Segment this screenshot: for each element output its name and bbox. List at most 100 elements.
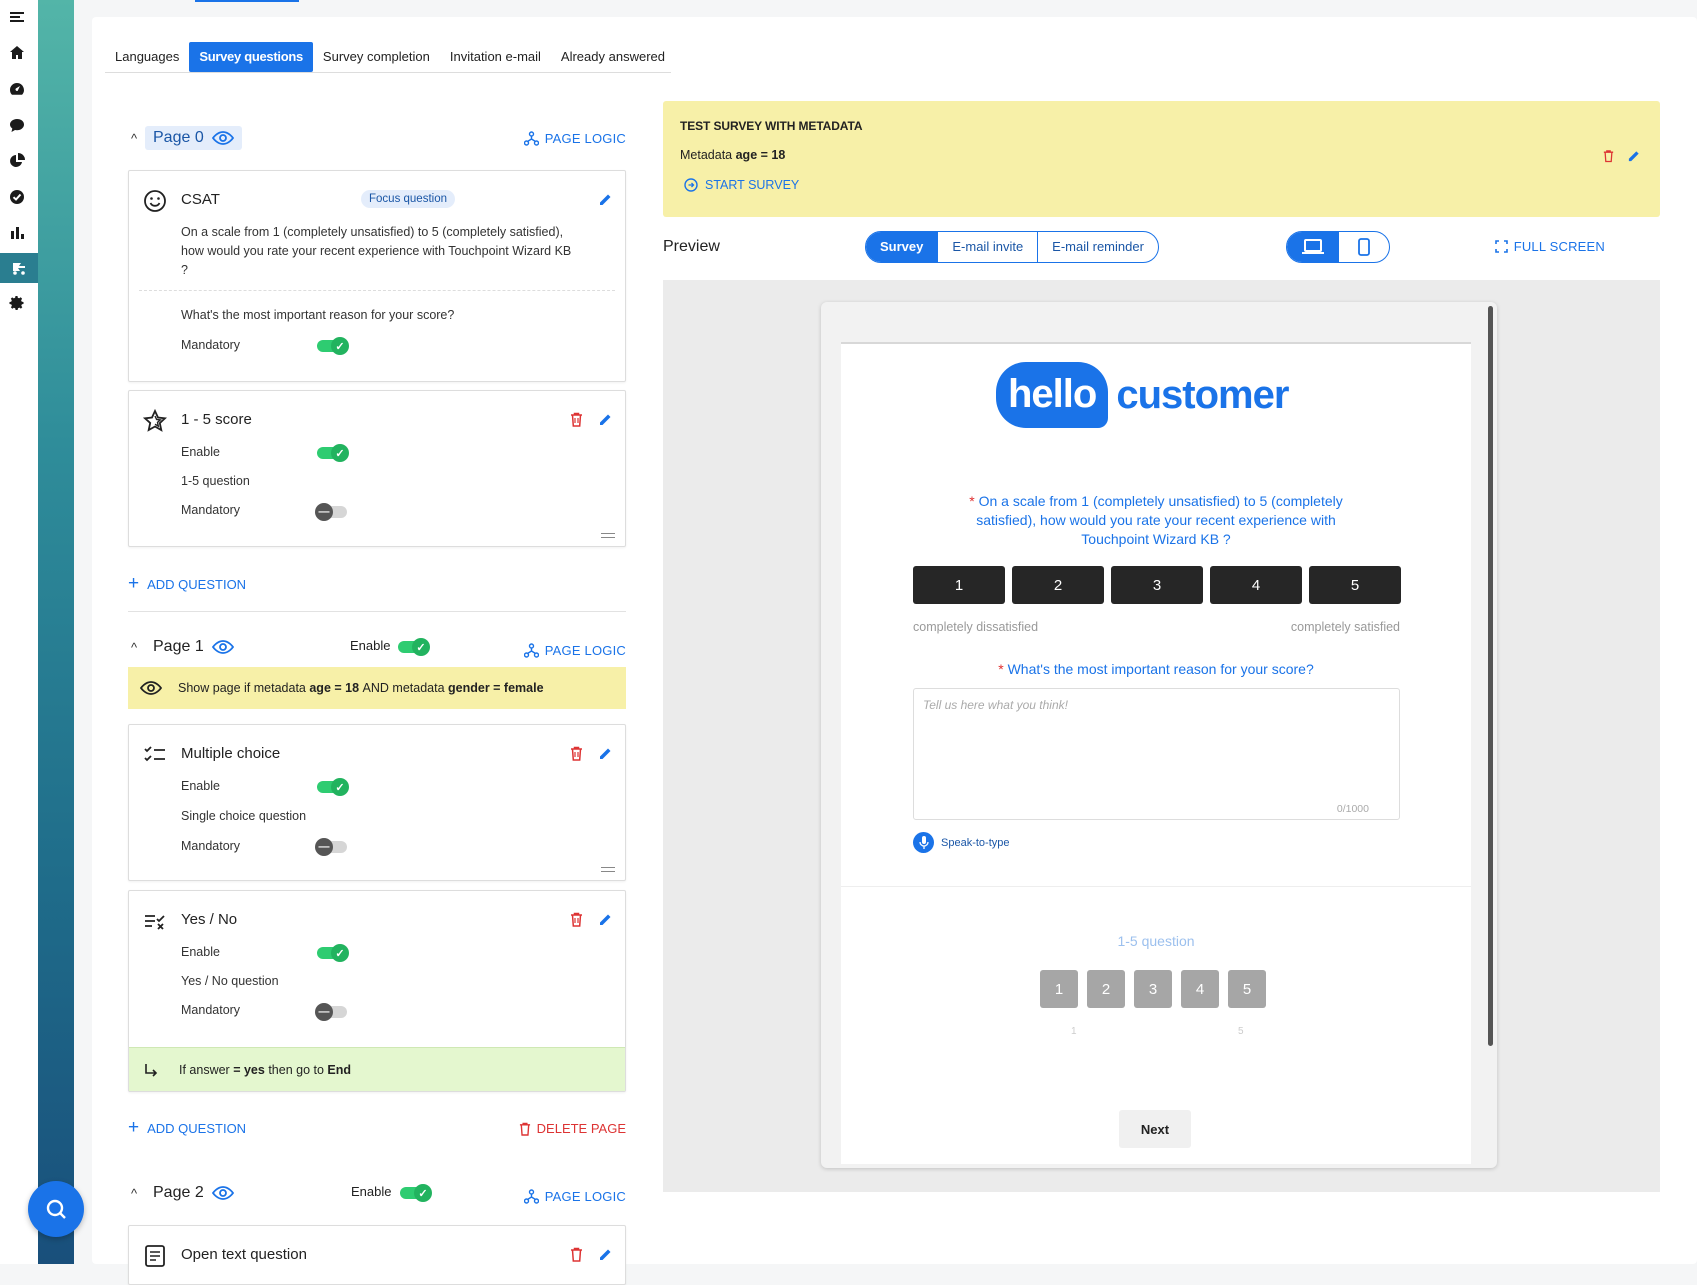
- score-button[interactable]: 5: [1309, 566, 1401, 604]
- page-1-enable-toggle[interactable]: ✓: [398, 638, 432, 656]
- page-2-header: ^ Page 2: [131, 1179, 234, 1207]
- mode-email-reminder[interactable]: E-mail reminder: [1038, 232, 1158, 262]
- survey-question-1: * On a scale from 1 (completely unsatisf…: [969, 493, 1343, 547]
- settings-gear-icon[interactable]: [0, 288, 34, 318]
- drag-handle-icon[interactable]: [601, 533, 615, 538]
- eye-icon[interactable]: [211, 640, 234, 654]
- menu-toggle-icon[interactable]: [0, 2, 34, 32]
- plus-icon: +: [128, 1117, 140, 1138]
- trash-icon[interactable]: [570, 412, 583, 427]
- char-counter: 0/1000: [1336, 803, 1369, 815]
- page-0-header: ^ Page 0: [131, 124, 242, 152]
- preview-scrollbar[interactable]: [1488, 306, 1493, 1046]
- enable-label: Enable: [181, 945, 220, 959]
- speak-to-type-button[interactable]: Speak-to-type: [913, 832, 1009, 853]
- add-question-button[interactable]: + ADD QUESTION: [128, 573, 246, 595]
- drag-handle-icon[interactable]: [601, 867, 615, 872]
- next-button[interactable]: Next: [1119, 1110, 1191, 1148]
- score-button[interactable]: 2: [1087, 970, 1125, 1008]
- survey-page: hello customer * On a scale from 1 (comp…: [841, 342, 1471, 1164]
- mode-email-invite[interactable]: E-mail invite: [938, 232, 1039, 262]
- pencil-edit-icon[interactable]: [598, 746, 613, 761]
- survey-builder-icon[interactable]: [0, 253, 38, 283]
- chevron-up-icon[interactable]: ^: [131, 640, 145, 655]
- start-survey-button[interactable]: START SURVEY: [684, 178, 799, 192]
- score-button[interactable]: 1: [913, 566, 1005, 604]
- score-button[interactable]: 4: [1210, 566, 1302, 604]
- mandatory-label: Mandatory: [181, 338, 241, 352]
- page-2-logic-link[interactable]: PAGE LOGIC: [523, 1189, 626, 1204]
- chevron-up-icon[interactable]: ^: [131, 1186, 145, 1201]
- enable-toggle[interactable]: ✓: [317, 778, 351, 796]
- preview-window: hello customer * On a scale from 1 (comp…: [821, 302, 1497, 1168]
- question-card-csat[interactable]: CSAT Focus question On a scale from 1 (c…: [128, 170, 626, 382]
- page-enable-label: Enable: [350, 638, 391, 653]
- dashboard-icon[interactable]: [0, 74, 34, 104]
- trash-icon[interactable]: [570, 1247, 583, 1262]
- reports-bar-icon[interactable]: [0, 218, 34, 248]
- pencil-edit-icon[interactable]: [598, 412, 613, 427]
- analytics-pie-icon[interactable]: [0, 146, 34, 176]
- goto-logic-banner[interactable]: If answer = yes then go to End: [129, 1047, 625, 1091]
- pencil-edit-icon[interactable]: [598, 1247, 613, 1262]
- question-title: Multiple choice: [181, 745, 281, 762]
- trash-icon[interactable]: [1603, 149, 1614, 163]
- mandatory-toggle[interactable]: —: [315, 1003, 351, 1021]
- eye-icon[interactable]: [211, 131, 234, 145]
- question-card-open-text[interactable]: Open text question: [128, 1225, 626, 1285]
- enable-toggle[interactable]: ✓: [317, 444, 351, 462]
- page-0-logic-link[interactable]: PAGE LOGIC: [523, 131, 626, 146]
- score-button[interactable]: 3: [1111, 566, 1203, 604]
- enable-toggle[interactable]: ✓: [317, 944, 351, 962]
- followup-text: What's the most important reason for you…: [181, 308, 455, 322]
- mode-survey[interactable]: Survey: [866, 232, 939, 262]
- delete-page-button[interactable]: DELETE PAGE: [519, 1121, 626, 1136]
- page-separator: [128, 611, 626, 612]
- score-button[interactable]: 3: [1134, 970, 1172, 1008]
- focus-question-badge: Focus question: [361, 190, 455, 208]
- question-subtitle: Yes / No question: [181, 974, 279, 988]
- pencil-edit-icon[interactable]: [598, 912, 613, 927]
- score-button[interactable]: 5: [1228, 970, 1266, 1008]
- trash-icon[interactable]: [570, 912, 583, 927]
- page-2-enable-toggle[interactable]: ✓: [400, 1184, 434, 1202]
- questions-column: ^ Page 0 PAGE LOGIC CSAT Focus question …: [128, 0, 626, 1285]
- score-button[interactable]: 4: [1181, 970, 1219, 1008]
- preview-label: Preview: [663, 238, 720, 255]
- pencil-edit-icon[interactable]: [598, 192, 613, 207]
- desktop-view-button[interactable]: [1287, 232, 1339, 262]
- actions-check-icon[interactable]: [0, 182, 34, 212]
- question-card-multiple-choice[interactable]: Multiple choice Enable ✓ Single choice q…: [128, 724, 626, 881]
- hello-customer-logo: hello customer: [996, 362, 1289, 428]
- score-button[interactable]: 2: [1012, 566, 1104, 604]
- home-icon[interactable]: [0, 38, 34, 68]
- eye-icon: [140, 681, 162, 695]
- branch-icon: [523, 643, 539, 658]
- score-buttons: 1 2 3 4 5: [913, 566, 1401, 604]
- fullscreen-button[interactable]: FULL SCREEN: [1494, 239, 1605, 254]
- page-1-logic-link[interactable]: PAGE LOGIC: [523, 643, 626, 658]
- icon-rail: [0, 0, 38, 1264]
- chevron-up-icon[interactable]: ^: [131, 131, 145, 146]
- small-high-anchor: 5: [1238, 1026, 1244, 1037]
- question-title: 1 - 5 score: [181, 411, 252, 428]
- enable-label: Enable: [181, 445, 220, 459]
- eye-icon[interactable]: [211, 1186, 234, 1200]
- page-enable-label: Enable: [351, 1184, 392, 1199]
- mandatory-toggle[interactable]: ✓: [317, 337, 351, 355]
- feedback-icon[interactable]: [0, 110, 34, 140]
- search-fab-button[interactable]: [28, 1181, 84, 1237]
- phone-icon: [1358, 238, 1370, 256]
- page-0-pill[interactable]: Page 0: [145, 126, 242, 150]
- microphone-icon: [913, 832, 934, 853]
- mobile-view-button[interactable]: [1339, 232, 1389, 262]
- trash-icon[interactable]: [570, 746, 583, 761]
- add-question-button[interactable]: + ADD QUESTION: [128, 1117, 246, 1139]
- mandatory-toggle[interactable]: —: [315, 838, 351, 856]
- question-card-yes-no[interactable]: Yes / No Enable ✓ Yes / No question Mand…: [128, 890, 626, 1092]
- reason-textarea[interactable]: Tell us here what you think! 0/1000: [913, 688, 1400, 820]
- question-card-score[interactable]: 1 - 5 score Enable ✓ 1-5 question Mandat…: [128, 390, 626, 547]
- mandatory-toggle[interactable]: —: [315, 503, 351, 521]
- score-button[interactable]: 1: [1040, 970, 1078, 1008]
- pencil-edit-icon[interactable]: [1627, 149, 1641, 163]
